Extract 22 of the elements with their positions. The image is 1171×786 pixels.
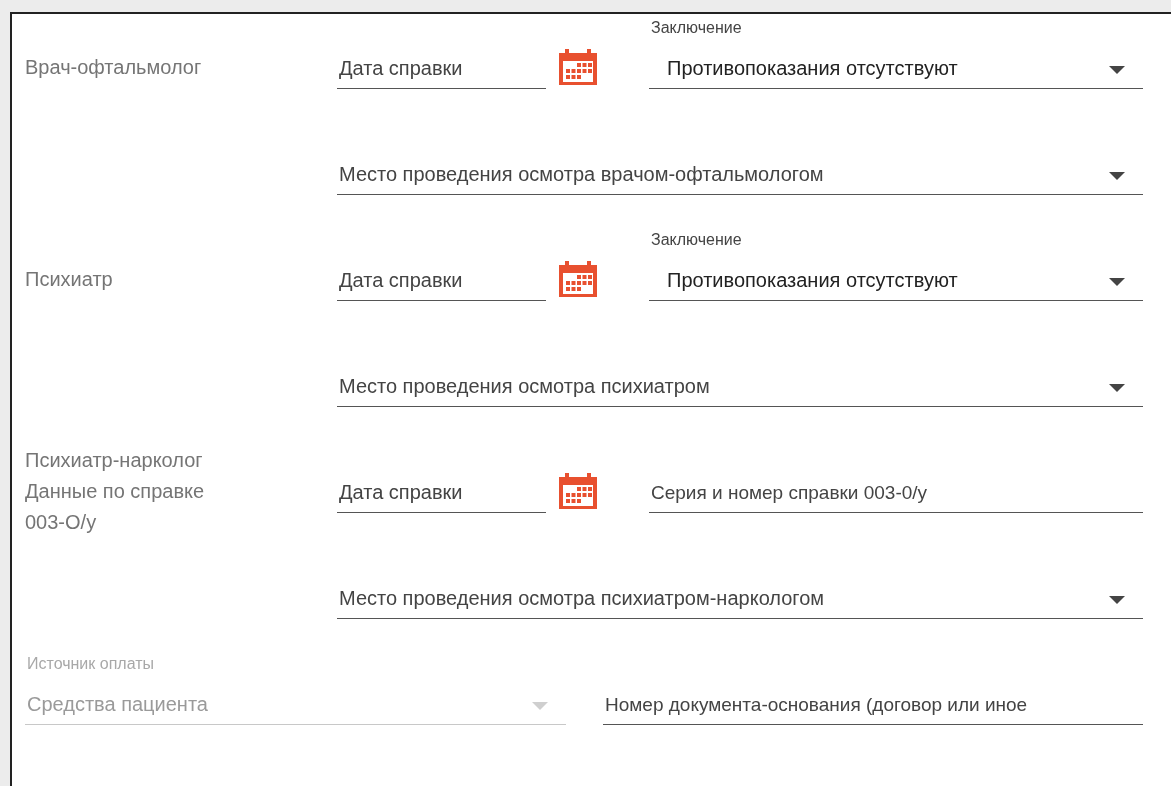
dropdown-arrow-icon	[532, 702, 548, 710]
dropdown-arrow-icon	[1109, 384, 1125, 392]
exam-place-select[interactable]: Место проведения осмотра психиатром	[337, 363, 1143, 407]
doctor-label: Врач-офтальмолог	[25, 54, 203, 80]
dropdown-arrow-icon	[1109, 278, 1125, 286]
document-number-field[interactable]: Номер документа-основания (договор или иное	[603, 681, 1143, 725]
date-field[interactable]: Дата справки	[337, 469, 546, 513]
exam-place-select[interactable]: Место проведения осмотра врачом-офтальмологом	[337, 151, 1143, 195]
conclusion-select[interactable]: Заключение Противопоказания отсутствуют	[649, 231, 1143, 301]
calendar-icon[interactable]	[558, 472, 598, 510]
date-field[interactable]: Дата справки	[337, 45, 546, 89]
dropdown-arrow-icon	[1109, 66, 1125, 74]
dropdown-arrow-icon	[1109, 172, 1125, 180]
doctor-label: Психиатр	[25, 266, 114, 292]
calendar-icon[interactable]	[558, 260, 598, 298]
calendar-icon[interactable]	[558, 48, 598, 86]
doctor-label: Психиатр-нарколог Данные по справке 003-О/у	[25, 447, 206, 535]
exam-place-select[interactable]: Место проведения осмотра психиатром-наркологом	[337, 575, 1143, 619]
dropdown-arrow-icon	[1109, 596, 1125, 604]
conclusion-select[interactable]: Заключение Противопоказания отсутствуют	[649, 19, 1143, 89]
certificate-number-field[interactable]: Серия и номер справки 003-0/у	[649, 469, 1143, 513]
date-field[interactable]: Дата справки	[337, 257, 546, 301]
